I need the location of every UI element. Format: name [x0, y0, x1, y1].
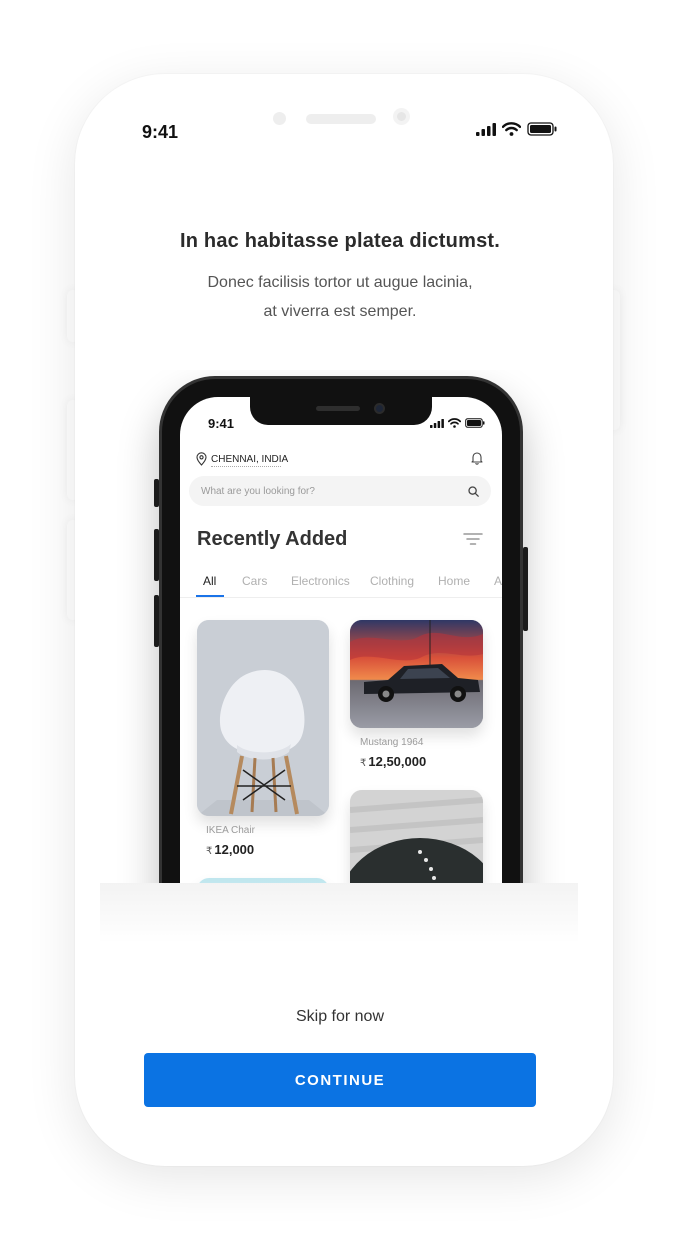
tab-clothing[interactable]: Clothing [370, 574, 414, 588]
onboarding-subtext: Donec facilisis tortor ut augue lacinia,… [130, 268, 550, 326]
notch-sensor-dot [273, 112, 286, 125]
product-price: ₹12,000 [206, 842, 254, 857]
notch-camera [393, 108, 410, 125]
price-value: 12,50,000 [368, 754, 427, 769]
subtext-line-1: Donec facilisis tortor ut augue lacinia, [207, 274, 473, 291]
location-pin-icon [196, 452, 207, 466]
status-time: 9:41 [142, 122, 179, 142]
product-price: ₹12,50,000 [360, 754, 426, 769]
tab-home[interactable]: Home [438, 574, 470, 588]
product-image-chair[interactable] [197, 620, 329, 816]
tab-electronics[interactable]: Electronics [291, 574, 350, 588]
inner-volume-up [154, 529, 159, 581]
subtext-line-2: at viverra est semper. [263, 303, 417, 320]
skip-link[interactable]: Skip for now [240, 1008, 440, 1026]
location-underline [211, 466, 281, 467]
search-icon[interactable] [468, 485, 479, 497]
category-tabs: All Cars Electronics Clothing Home A [180, 572, 502, 598]
tab-cars[interactable]: Cars [242, 574, 267, 588]
active-tab-indicator [196, 595, 224, 597]
filter-icon[interactable] [463, 533, 483, 545]
inner-screen: 9:41 CHENNAI, INDIA What are you looking… [180, 397, 502, 883]
speaker-illustration [350, 790, 483, 883]
battery-icon [527, 122, 557, 136]
currency-symbol: ₹ [360, 758, 367, 769]
location-selector[interactable]: CHENNAI, INDIA [196, 452, 288, 466]
inner-power-button [523, 547, 528, 631]
inner-status-icons [430, 418, 485, 428]
tab-more[interactable]: A [494, 574, 502, 588]
inner-speaker [316, 406, 360, 411]
bell-icon[interactable] [471, 451, 483, 465]
signal-icon [430, 418, 444, 428]
inner-volume-down [154, 595, 159, 647]
chair-illustration [197, 620, 329, 816]
tab-all[interactable]: All [203, 574, 216, 588]
app-preview: 9:41 CHENNAI, INDIA What are you looking… [100, 370, 578, 883]
search-bar[interactable] [189, 476, 491, 506]
section-title: Recently Added [197, 528, 348, 550]
product-name: IKEA Chair [206, 825, 255, 836]
product-image-car[interactable] [350, 620, 483, 728]
search-input[interactable] [201, 485, 441, 497]
battery-icon [465, 418, 485, 428]
location-label: CHENNAI, INDIA [211, 453, 289, 465]
preview-fade [100, 883, 578, 943]
inner-phone-frame: 9:41 CHENNAI, INDIA What are you looking… [154, 376, 528, 883]
signal-icon [476, 122, 496, 136]
wifi-icon [448, 418, 461, 428]
inner-camera [374, 403, 385, 414]
car-illustration [350, 620, 483, 728]
continue-button[interactable]: CONTINUE [144, 1053, 536, 1107]
price-value: 12,000 [214, 842, 255, 857]
product-name: Mustang 1964 [360, 737, 424, 748]
inner-status-time: 9:41 [208, 416, 235, 431]
currency-symbol: ₹ [206, 846, 213, 857]
status-icons [476, 122, 557, 136]
wifi-icon [502, 122, 521, 136]
inner-side-button [154, 479, 159, 507]
notch-speaker [306, 114, 376, 124]
inner-notch [250, 397, 432, 425]
product-image-speaker[interactable] [350, 790, 483, 883]
onboarding-headline: In hac habitasse platea dictumst. [179, 230, 501, 252]
